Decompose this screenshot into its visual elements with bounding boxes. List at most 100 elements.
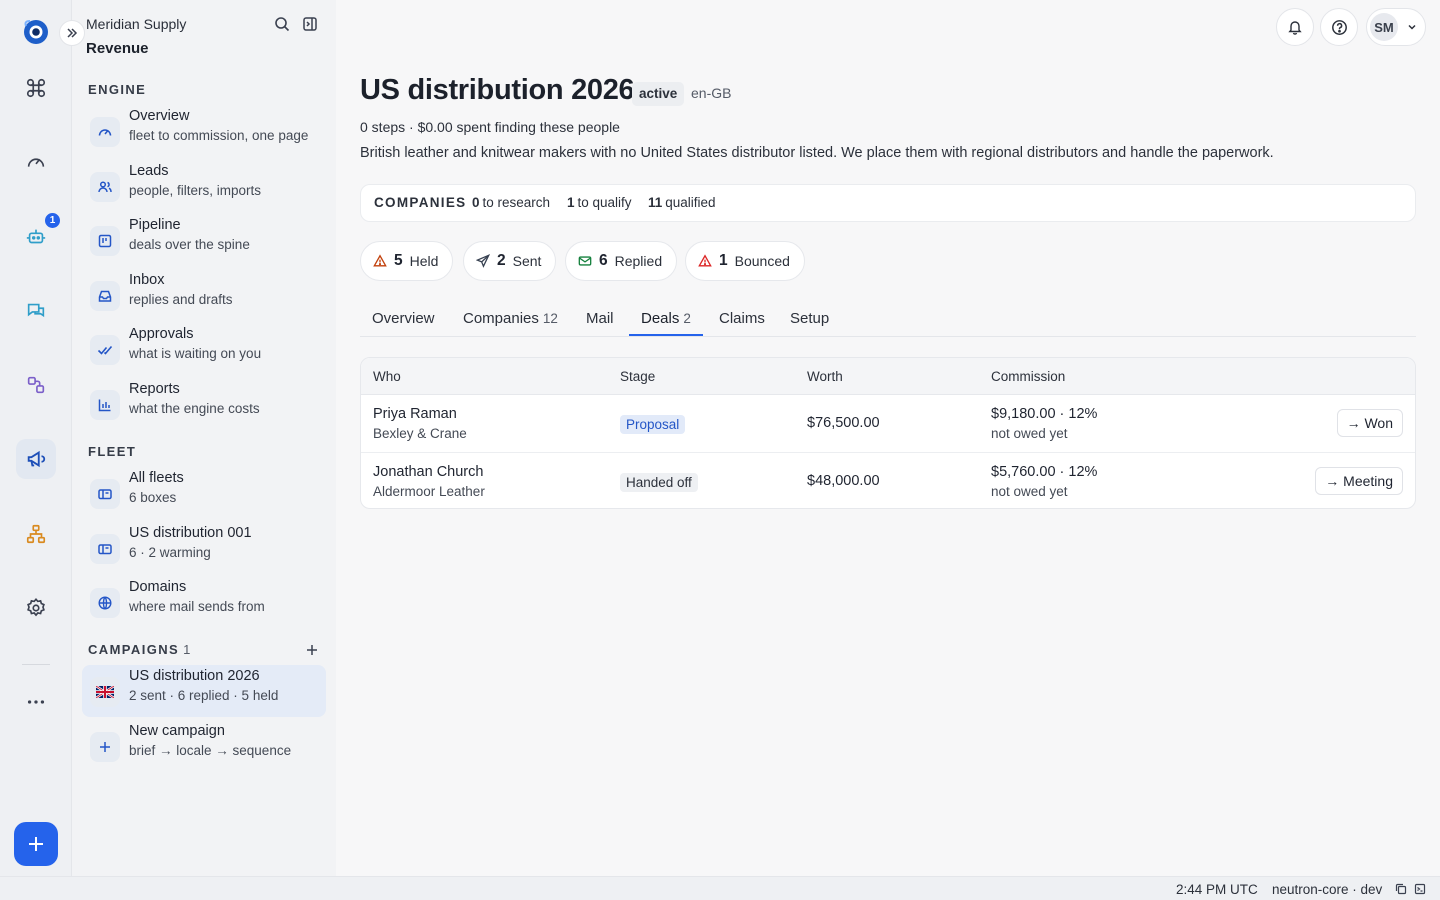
sidebar-item-title: US distribution 2026 bbox=[129, 668, 260, 684]
tab-setup[interactable]: Setup bbox=[790, 310, 829, 327]
table-row[interactable]: Jonathan Church Aldermoor Leather Handed… bbox=[361, 452, 1415, 508]
mail-icon bbox=[578, 256, 592, 266]
campaign-tabs: Overview Companies 12 Mail Deals 2 Claims … bbox=[360, 300, 1416, 337]
companies-to-research[interactable]: 0 to research bbox=[472, 195, 550, 210]
bot-icon[interactable]: 1 bbox=[16, 213, 60, 257]
search-icon[interactable] bbox=[272, 14, 292, 34]
sidebar-item-approvals[interactable]: Approvals what is waiting on you bbox=[82, 323, 326, 375]
org-name[interactable]: Meridian Supply bbox=[86, 16, 186, 32]
bot-notification-badge: 1 bbox=[45, 213, 60, 228]
main-content: SM US distribution 2026 active en-GB 0 s… bbox=[336, 0, 1440, 876]
app-logo-icon[interactable] bbox=[22, 18, 50, 46]
stat-bounced[interactable]: 1 Bounced bbox=[685, 241, 805, 281]
campaign-description: British leather and knitwear makers with… bbox=[360, 145, 1274, 161]
deals-table: Who Stage Worth Commission Priya Raman B… bbox=[360, 357, 1416, 509]
sidebar-item-leads[interactable]: Leads people, filters, imports bbox=[82, 160, 326, 212]
help-icon[interactable] bbox=[1320, 8, 1358, 46]
app-rail: 1 bbox=[0, 0, 72, 876]
workspace-name[interactable]: Revenue bbox=[86, 40, 149, 57]
tab-claims[interactable]: Claims bbox=[719, 310, 765, 327]
campaigns-megaphone-icon[interactable] bbox=[16, 439, 56, 479]
locale-label: en-GB bbox=[691, 85, 732, 101]
bar-chart-icon bbox=[90, 390, 120, 420]
inbox-icon bbox=[90, 281, 120, 311]
sidebar-item-inbox[interactable]: Inbox replies and drafts bbox=[82, 269, 326, 321]
uk-flag-icon bbox=[90, 677, 120, 707]
sidebar-item-subtitle: fleet to commission, one page bbox=[129, 128, 309, 143]
chat-icon[interactable] bbox=[16, 291, 56, 331]
avatar: SM bbox=[1370, 13, 1398, 41]
sidebar-item-pipeline[interactable]: Pipeline deals over the spine bbox=[82, 214, 326, 266]
mailbox-icon bbox=[90, 534, 120, 564]
sidebar-item-all-fleets[interactable]: All fleets 6 boxes bbox=[82, 467, 326, 519]
double-chevron-right-icon bbox=[67, 28, 78, 38]
deal-contact-name[interactable]: Jonathan Church bbox=[373, 464, 483, 480]
gauge-icon bbox=[90, 117, 120, 147]
sidebar-panel-icon[interactable] bbox=[300, 14, 320, 34]
mark-meeting-button[interactable]: → Meeting bbox=[1315, 467, 1403, 495]
companies-to-qualify[interactable]: 1 to qualify bbox=[567, 195, 632, 210]
section-campaigns: CAMPAIGNS 1 bbox=[88, 642, 190, 657]
column-header-worth[interactable]: Worth bbox=[807, 369, 843, 384]
sidebar-item-new-campaign[interactable]: New campaign brief → locale → sequence bbox=[82, 720, 326, 772]
plus-icon bbox=[29, 837, 43, 851]
tab-companies[interactable]: Companies 12 bbox=[463, 310, 558, 327]
deal-worth: $76,500.00 bbox=[807, 415, 880, 431]
mark-won-button[interactable]: → Won bbox=[1336, 409, 1403, 437]
section-fleet: FLEET bbox=[88, 444, 137, 459]
status-bar: 2:44 PM UTC neutron-core · dev bbox=[0, 876, 1440, 900]
tab-mail[interactable]: Mail bbox=[586, 310, 614, 327]
sidebar-item-us-distribution-001[interactable]: US distribution 001 6 · 2 warming bbox=[82, 522, 326, 574]
sidebar-item-us-distribution-2026[interactable]: US distribution 2026 2 sent · 6 replied … bbox=[82, 665, 326, 717]
page-title: US distribution 2026 bbox=[360, 74, 635, 106]
stat-label: Replied bbox=[614, 253, 663, 269]
expand-sidebar-button[interactable] bbox=[59, 20, 85, 46]
sidebar-item-subtitle: what is waiting on you bbox=[129, 346, 262, 361]
tab-deals[interactable]: Deals 2 bbox=[641, 310, 691, 327]
stat-sent[interactable]: 2 Sent bbox=[463, 241, 557, 281]
stat-held[interactable]: 5 Held bbox=[360, 241, 454, 281]
sidebar-item-reports[interactable]: Reports what the engine costs bbox=[82, 378, 326, 430]
stat-number: 1 bbox=[719, 252, 728, 269]
chevron-down-icon bbox=[1408, 24, 1416, 30]
section-campaigns-label: CAMPAIGNS bbox=[88, 642, 180, 657]
deal-contact-name[interactable]: Priya Raman bbox=[373, 406, 457, 422]
create-new-button[interactable] bbox=[14, 822, 58, 866]
sidebar-item-title: Domains bbox=[129, 579, 187, 595]
command-icon[interactable] bbox=[16, 68, 56, 108]
workflow-icon[interactable] bbox=[16, 365, 56, 405]
tab-overview[interactable]: Overview bbox=[372, 310, 435, 327]
sidebar-item-subtitle: 6 · 2 warming bbox=[129, 545, 211, 560]
table-row[interactable]: Priya Raman Bexley & Crane Proposal $76,… bbox=[361, 395, 1415, 452]
sidebar-item-subtitle: where mail sends from bbox=[129, 599, 265, 614]
sidebar-item-overview[interactable]: Overview fleet to commission, one page bbox=[82, 105, 326, 157]
people-icon bbox=[90, 172, 120, 202]
notifications-bell-icon[interactable] bbox=[1276, 8, 1314, 46]
companies-qualified[interactable]: 11 qualified bbox=[648, 195, 716, 210]
stat-label: Held bbox=[409, 253, 439, 269]
settings-gear-icon[interactable] bbox=[16, 588, 56, 628]
stat-number: 6 bbox=[599, 252, 608, 269]
column-header-stage[interactable]: Stage bbox=[620, 369, 655, 384]
companies-summary: COMPANIES 0 to research 1 to qualify 11 qua… bbox=[360, 184, 1416, 222]
org-chart-icon[interactable] bbox=[16, 514, 56, 554]
campaign-meta: 0 steps · $0.00 spent finding these peop… bbox=[360, 119, 620, 135]
column-header-commission[interactable]: Commission bbox=[991, 369, 1065, 384]
campaigns-count: 1 bbox=[183, 642, 191, 657]
deal-worth: $48,000.00 bbox=[807, 473, 880, 489]
status-environment[interactable]: neutron-core · dev bbox=[1272, 882, 1382, 897]
add-campaign-button[interactable] bbox=[303, 641, 321, 659]
deal-company: Bexley & Crane bbox=[373, 426, 467, 441]
column-header-who[interactable]: Who bbox=[373, 369, 401, 384]
mailboxes-icon bbox=[90, 479, 120, 509]
warning-icon bbox=[698, 254, 712, 267]
sidebar-item-domains[interactable]: Domains where mail sends from bbox=[82, 576, 326, 628]
dashboard-gauge-icon[interactable] bbox=[16, 142, 56, 182]
deal-commission: $5,760.00 · 12% bbox=[991, 464, 1098, 480]
stat-replied[interactable]: 6 Replied bbox=[565, 241, 678, 281]
double-check-icon bbox=[90, 335, 120, 365]
more-icon[interactable] bbox=[16, 682, 56, 722]
copy-icon[interactable] bbox=[1395, 883, 1407, 895]
terminal-icon[interactable] bbox=[1414, 883, 1426, 895]
account-menu[interactable]: SM bbox=[1366, 8, 1426, 46]
